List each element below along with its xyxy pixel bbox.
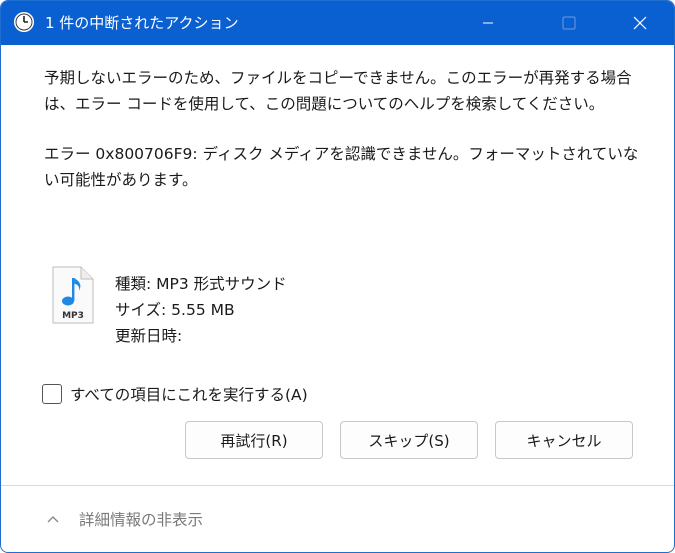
minimize-button[interactable] xyxy=(465,1,511,45)
file-details: 種類: MP3 形式サウンド サイズ: 5.55 MB 更新日時: xyxy=(115,271,287,349)
footer-divider xyxy=(1,485,674,486)
error-description: 予期しないエラーのため、ファイルをコピーできません。このエラーが再発する場合は、… xyxy=(44,69,632,113)
hide-details-label: 詳細情報の非表示 xyxy=(79,511,204,529)
interrupted-action-dialog: 1 件の中断されたアクション 予期しないエラーのため、ファイルをコピーできません… xyxy=(0,0,675,553)
file-type-badge: MP3 xyxy=(62,311,84,321)
file-modified: 更新日時: xyxy=(115,327,183,345)
maximize-button xyxy=(546,1,592,45)
close-button[interactable] xyxy=(617,1,663,45)
file-size: サイズ: 5.55 MB xyxy=(115,301,235,319)
apply-to-all-checkbox[interactable] xyxy=(42,384,62,404)
cancel-button[interactable]: キャンセル xyxy=(495,421,633,459)
error-code-message: エラー 0x800706F9: ディスク メディアを認識できません。フォーマット… xyxy=(44,145,639,189)
window-title: 1 件の中断されたアクション xyxy=(45,14,239,32)
clock-icon xyxy=(13,11,35,33)
apply-to-all-label[interactable]: すべての項目にこれを実行する(A) xyxy=(70,383,308,405)
chevron-up-icon xyxy=(47,516,59,523)
mp3-file-icon: MP3 xyxy=(49,265,97,327)
title-bar[interactable]: 1 件の中断されたアクション xyxy=(1,1,674,45)
retry-button[interactable]: 再試行(R) xyxy=(185,421,323,459)
apply-to-all-option[interactable]: すべての項目にこれを実行する(A) xyxy=(42,381,308,407)
close-icon xyxy=(633,16,647,30)
skip-button[interactable]: スキップ(S) xyxy=(340,421,478,459)
hide-details-toggle[interactable]: 詳細情報の非表示 xyxy=(45,504,203,534)
maximize-icon xyxy=(562,16,576,30)
file-type: 種類: MP3 形式サウンド xyxy=(115,275,287,293)
minimize-icon xyxy=(483,22,493,24)
